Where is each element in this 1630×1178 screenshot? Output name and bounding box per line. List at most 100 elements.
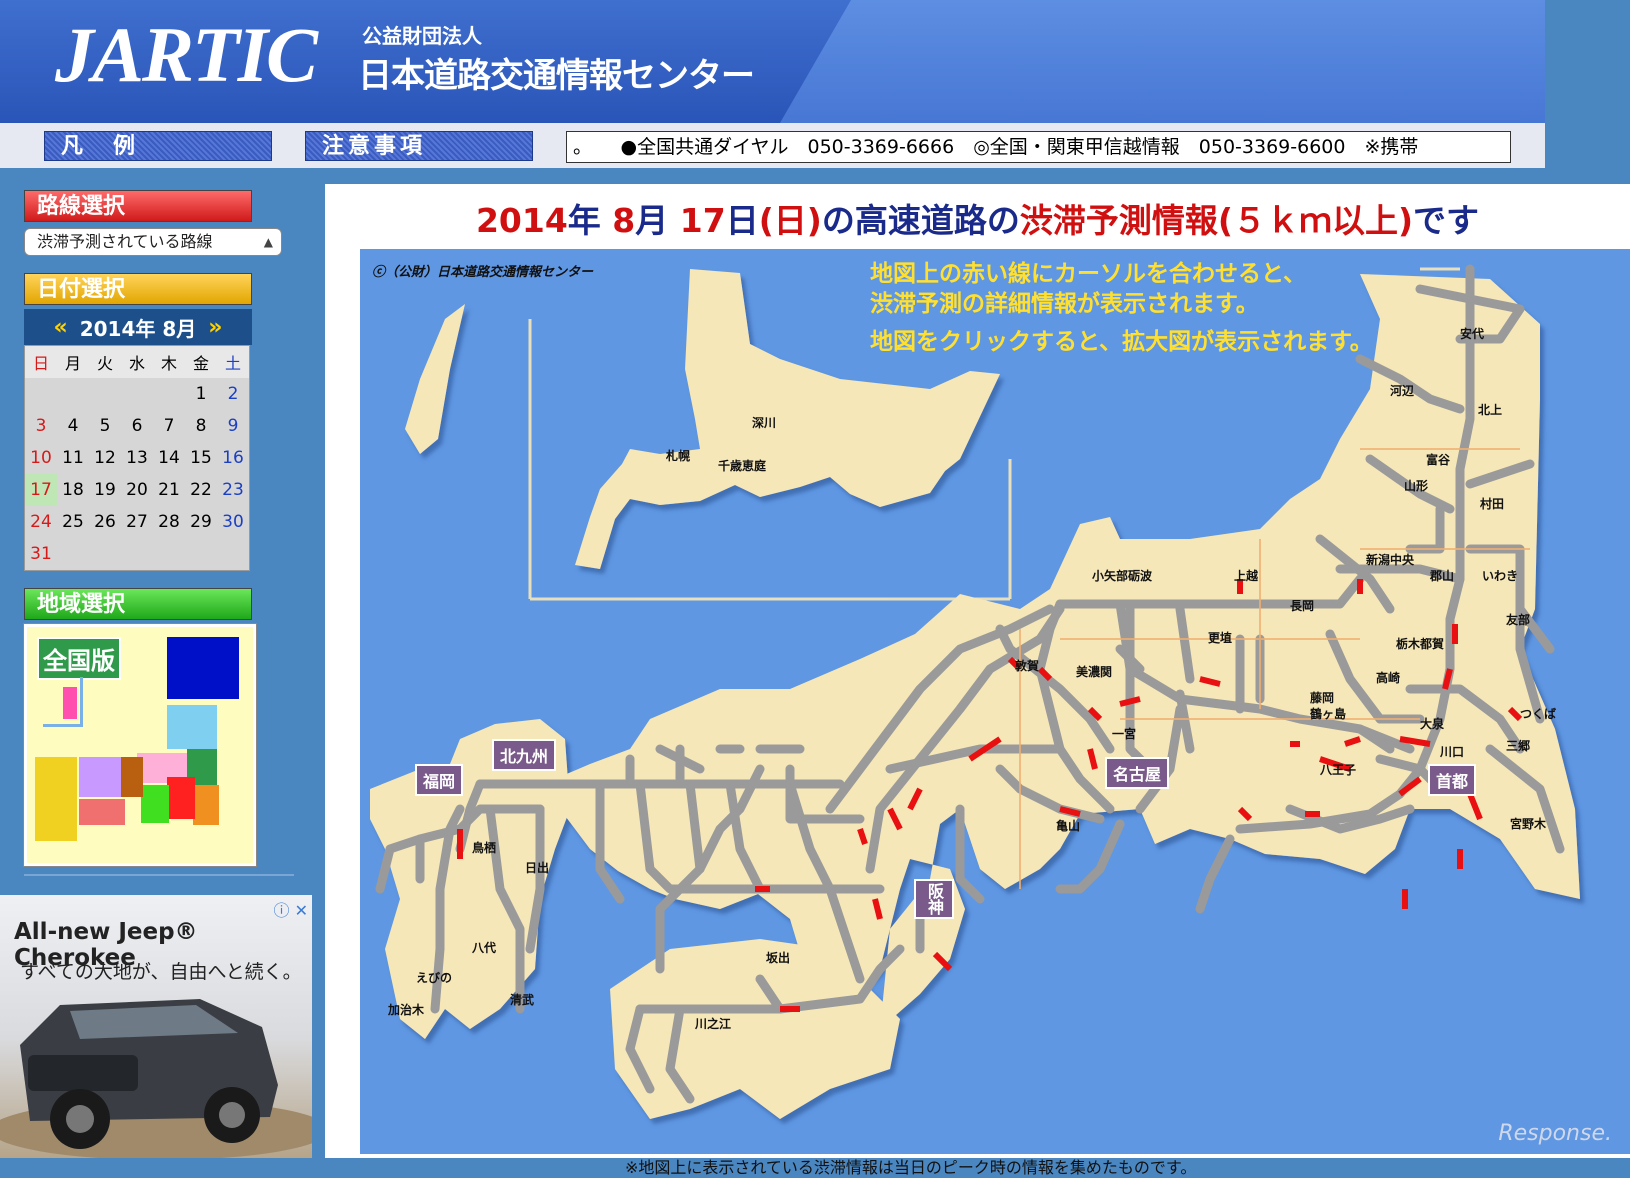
place-label-iwaki: いわき (1482, 569, 1519, 583)
map-note-line3: 地図をクリックすると、拡大図が表示されます。 (870, 329, 1373, 355)
calendar-day[interactable]: 25 (57, 506, 89, 538)
legend-button[interactable]: 凡 例 (44, 131, 272, 161)
calendar-day[interactable]: 12 (89, 442, 121, 474)
calendar-day[interactable]: 31 (25, 538, 57, 570)
title-year-suffix: 年 (567, 201, 601, 240)
place-label-hiketa: 日出 (525, 861, 550, 875)
region-select-heading: 地域選択 (24, 588, 252, 620)
calendar-day[interactable]: 4 (57, 410, 89, 442)
calendar-day[interactable]: 26 (89, 506, 121, 538)
city-badge-kitakyushu[interactable]: 北九州 (492, 739, 557, 771)
region-map-label[interactable]: 全国版 (37, 637, 121, 680)
calendar-day[interactable]: 7 (153, 410, 185, 442)
main-content: 2014年 8月 17日(日)の高速道路の渋滞予測情報(５ｋｍ以上)です ⓒ（公… (325, 184, 1630, 1177)
calendar-day[interactable]: 19 (89, 474, 121, 506)
region-tohoku[interactable] (167, 705, 217, 749)
site-logo[interactable]: JARTIC (55, 10, 318, 100)
city-badge-hanshin[interactable]: 阪神 (914, 879, 954, 919)
map-graphic[interactable] (360, 249, 1630, 1154)
calendar-day[interactable]: 18 (57, 474, 89, 506)
place-label-ichinomiya: 一宮 (1112, 727, 1137, 741)
calendar-day[interactable]: 22 (185, 474, 217, 506)
calendar-empty-cell (57, 538, 89, 570)
calendar-day[interactable]: 2 (217, 378, 249, 410)
info-ticker: 。 ●全国共通ダイヤル 050-3369-6666 ◎全国・関東甲信越情報 05… (566, 131, 1511, 163)
place-label-tsukuba: つくば (1520, 707, 1557, 721)
route-select[interactable]: 渋滞予測されている路線 ▲ (24, 228, 282, 256)
calendar-day[interactable]: 10 (25, 442, 57, 474)
map-note-line1: 地図上の赤い線にカーソルを合わせると、 (870, 261, 1307, 287)
calendar-day[interactable]: 30 (217, 506, 249, 538)
nav-bar: 凡 例 注意事項 。 ●全国共通ダイヤル 050-3369-6666 ◎全国・関… (0, 123, 1545, 168)
calendar-weekday: 水 (121, 346, 153, 378)
place-label-tochigi: 栃木都賀 (1396, 637, 1445, 651)
region-shikoku-west[interactable] (79, 799, 125, 825)
region-mini-map[interactable]: 全国版 (23, 623, 257, 867)
car-image (0, 999, 312, 1158)
watermark: Response. (1498, 1121, 1612, 1146)
title-end: です (1413, 201, 1480, 240)
calendar-empty-cell (217, 538, 249, 570)
prev-month-button[interactable]: « (54, 315, 68, 340)
place-label-hachioji: 八王子 (1320, 763, 1357, 777)
org-name: 日本道路交通情報センター (358, 56, 755, 96)
city-badge-shuto[interactable]: 首都 (1428, 764, 1477, 796)
calendar-day[interactable]: 14 (153, 442, 185, 474)
place-label-murata: 村田 (1480, 497, 1505, 511)
place-label-joetsu: 上越 (1234, 569, 1259, 583)
calendar-day[interactable]: 27 (121, 506, 153, 538)
calendar-day[interactable]: 3 (25, 410, 57, 442)
region-hokkaido[interactable] (167, 637, 239, 699)
region-tokai[interactable] (193, 785, 219, 825)
calendar-empty-cell (153, 538, 185, 570)
place-label-ebino: えびの (416, 971, 453, 985)
calendar-day[interactable]: 15 (185, 442, 217, 474)
calendar-empty-cell (185, 538, 217, 570)
calendar-day[interactable]: 6 (121, 410, 153, 442)
calendar-day[interactable]: 8 (185, 410, 217, 442)
calendar-empty-cell (121, 378, 153, 410)
calendar-weekday: 日 (25, 346, 57, 378)
region-chugoku[interactable] (121, 757, 143, 797)
title-day: 17 (679, 201, 726, 240)
place-label-minokamo: 美濃関 (1076, 665, 1113, 679)
calendar-day[interactable]: 29 (185, 506, 217, 538)
place-label-koriyama: 郡山 (1430, 569, 1455, 583)
calendar-day[interactable]: 13 (121, 442, 153, 474)
calendar-day[interactable]: 20 (121, 474, 153, 506)
city-badge-nagoya[interactable]: 名古屋 (1105, 757, 1170, 789)
calendar-day[interactable]: 16 (217, 442, 249, 474)
next-month-button[interactable]: » (208, 315, 222, 340)
place-label-sakaide: 坂出 (766, 951, 791, 965)
place-label-takasaki: 高崎 (1376, 671, 1401, 685)
city-badge-fukuoka[interactable]: 福岡 (415, 764, 464, 796)
region-kyushu[interactable] (35, 757, 77, 841)
calendar-day[interactable]: 11 (57, 442, 89, 474)
calendar-weekday: 火 (89, 346, 121, 378)
calendar-day[interactable]: 1 (185, 378, 217, 410)
title-day-suffix: 日 (725, 201, 759, 240)
advertisement[interactable]: ⓘ ✕ All-new Jeep® Cherokee すべての大地が、自由へと続… (0, 895, 312, 1158)
place-label-oizumi: 大泉 (1420, 717, 1445, 731)
map-note-line2: 渋滞予測の詳細情報が表示されます。 (870, 291, 1259, 317)
region-kinki[interactable] (167, 777, 195, 819)
calendar-day[interactable]: 9 (217, 410, 249, 442)
calendar-day[interactable]: 24 (25, 506, 57, 538)
calendar-day[interactable]: 17 (25, 474, 57, 506)
date-select-heading: 日付選択 (24, 273, 252, 305)
title-forecast: 渋滞予測情報(５ｋｍ以上) (1019, 201, 1414, 240)
calendar-day[interactable]: 28 (153, 506, 185, 538)
title-weekday: (日) (758, 201, 822, 240)
calendar-day[interactable]: 23 (217, 474, 249, 506)
title-month: 8 (612, 201, 636, 240)
congestion-map[interactable]: ⓒ（公財）日本道路交通情報センター 地図上の赤い線にカーソルを合わせると、 渋滞… (360, 249, 1630, 1154)
region-chugoku-west[interactable] (79, 757, 121, 797)
place-label-sarashina: 更埴 (1208, 631, 1233, 645)
place-label-miyanoki: 宮野木 (1510, 817, 1547, 831)
caution-button[interactable]: 注意事項 (305, 131, 533, 161)
calendar-day[interactable]: 21 (153, 474, 185, 506)
region-shikoku[interactable] (141, 785, 169, 823)
place-label-chitose: 千歳恵庭 (718, 459, 767, 473)
calendar-day[interactable]: 5 (89, 410, 121, 442)
place-label-fujioka: 藤岡 (1310, 691, 1335, 705)
